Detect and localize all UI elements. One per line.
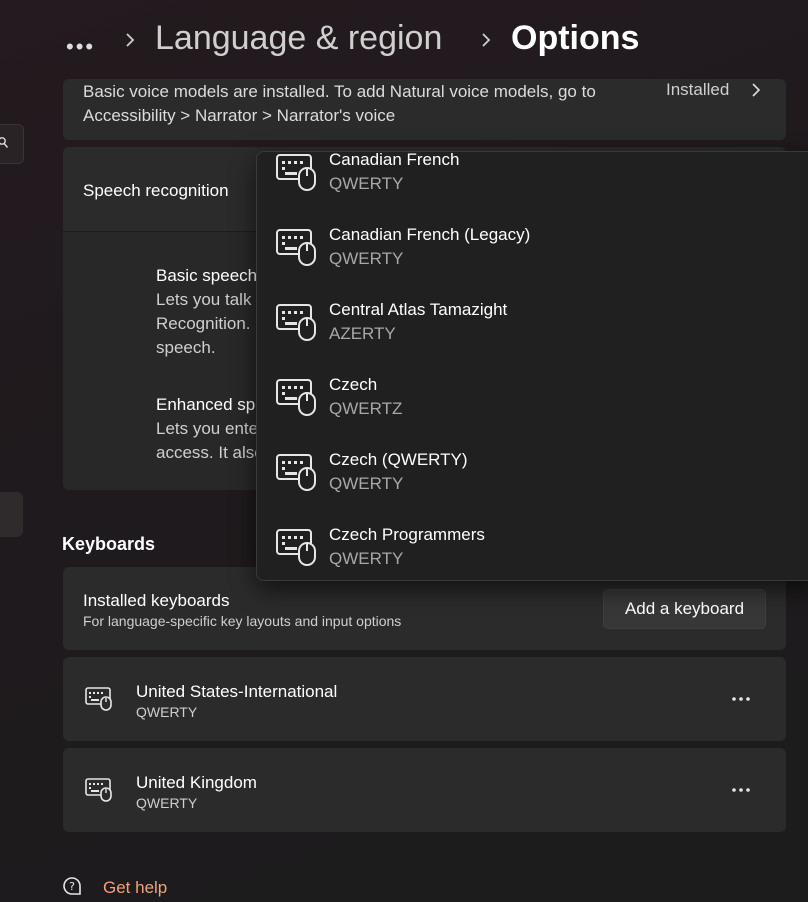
keyboard-icon: [276, 529, 316, 566]
dropdown-item-layout: QWERTY: [329, 249, 404, 268]
dropdown-item[interactable]: Central Atlas Tamazight AZERTY: [257, 287, 808, 362]
dropdown-item[interactable]: Czech (QWERTY) QWERTY: [257, 437, 808, 512]
add-keyboard-button[interactable]: Add a keyboard: [603, 589, 766, 629]
keyboard-icon: [276, 154, 316, 191]
dropdown-item-name: Czech Programmers: [329, 525, 485, 544]
speech-option-title: Basic speech: [156, 266, 258, 285]
speech-recognition-label: Speech recognition: [83, 181, 229, 200]
keyboard-layout: QWERTY: [136, 795, 198, 811]
keyboard-icon: [276, 304, 316, 341]
chevron-right-icon: [126, 33, 135, 47]
svg-text:?: ?: [69, 880, 75, 893]
speech-option-description: Lets you ente access. It also: [156, 419, 264, 462]
dropdown-item-name: Czech: [329, 375, 378, 394]
speech-option-description: Lets you talk Recognition. speech.: [156, 290, 252, 357]
page-title: Options: [511, 19, 640, 57]
dropdown-item[interactable]: Czech Programmers QWERTY: [257, 512, 808, 580]
dropdown-item-layout: AZERTY: [329, 324, 396, 343]
dropdown-item[interactable]: Canadian French QWERTY: [257, 151, 808, 212]
more-options-icon[interactable]: [729, 687, 753, 711]
voice-models-description: Basic voice models are installed. To add…: [83, 82, 596, 125]
breadcrumb-more-button[interactable]: •••: [66, 34, 95, 60]
installed-keyboards-title: Installed keyboards: [83, 591, 230, 610]
keyboard-icon: [276, 454, 316, 491]
search-icon: [0, 137, 9, 148]
dropdown-item-name: Canadian French (Legacy): [329, 225, 531, 244]
dropdown-item-layout: QWERTZ: [329, 399, 403, 418]
keyboard-icon: [276, 379, 316, 416]
chevron-right-icon: [482, 33, 491, 47]
dropdown-item[interactable]: Czech QWERTZ: [257, 362, 808, 437]
get-help-link[interactable]: Get help: [103, 878, 167, 898]
installed-keyboards-subtitle: For language-specific key layouts and in…: [83, 613, 402, 629]
voice-models-status: Installed: [666, 80, 730, 99]
nav-search-box[interactable]: [0, 124, 24, 164]
dropdown-item-name: Canadian French: [329, 151, 460, 169]
help-chat-icon: ?: [63, 877, 81, 895]
dropdown-item[interactable]: Canadian French (Legacy) QWERTY: [257, 212, 808, 287]
keyboard-dropdown-list[interactable]: Canadian French QWERTY Canadian French (…: [256, 151, 808, 581]
keyboards-section-title: Keyboards: [62, 534, 156, 554]
nav-item-selected[interactable]: [0, 492, 23, 537]
speech-option-title: Enhanced sp: [156, 395, 256, 414]
keyboard-name: United Kingdom: [136, 773, 257, 792]
dropdown-item-name: Central Atlas Tamazight: [329, 300, 508, 319]
chevron-right-icon[interactable]: [748, 81, 764, 99]
keyboard-layout: QWERTY: [136, 704, 198, 720]
more-options-icon[interactable]: [729, 778, 753, 802]
dropdown-item-layout: QWERTY: [329, 474, 404, 493]
keyboard-icon: [276, 229, 316, 266]
dropdown-item-layout: QWERTY: [329, 174, 404, 193]
keyboard-name: United States-International: [136, 682, 338, 701]
breadcrumb-language-region[interactable]: Language & region: [155, 19, 442, 58]
keyboard-icon: [85, 778, 112, 802]
keyboard-icon: [85, 687, 112, 711]
dropdown-item-name: Czech (QWERTY): [329, 450, 468, 469]
dropdown-item-layout: QWERTY: [329, 549, 404, 568]
